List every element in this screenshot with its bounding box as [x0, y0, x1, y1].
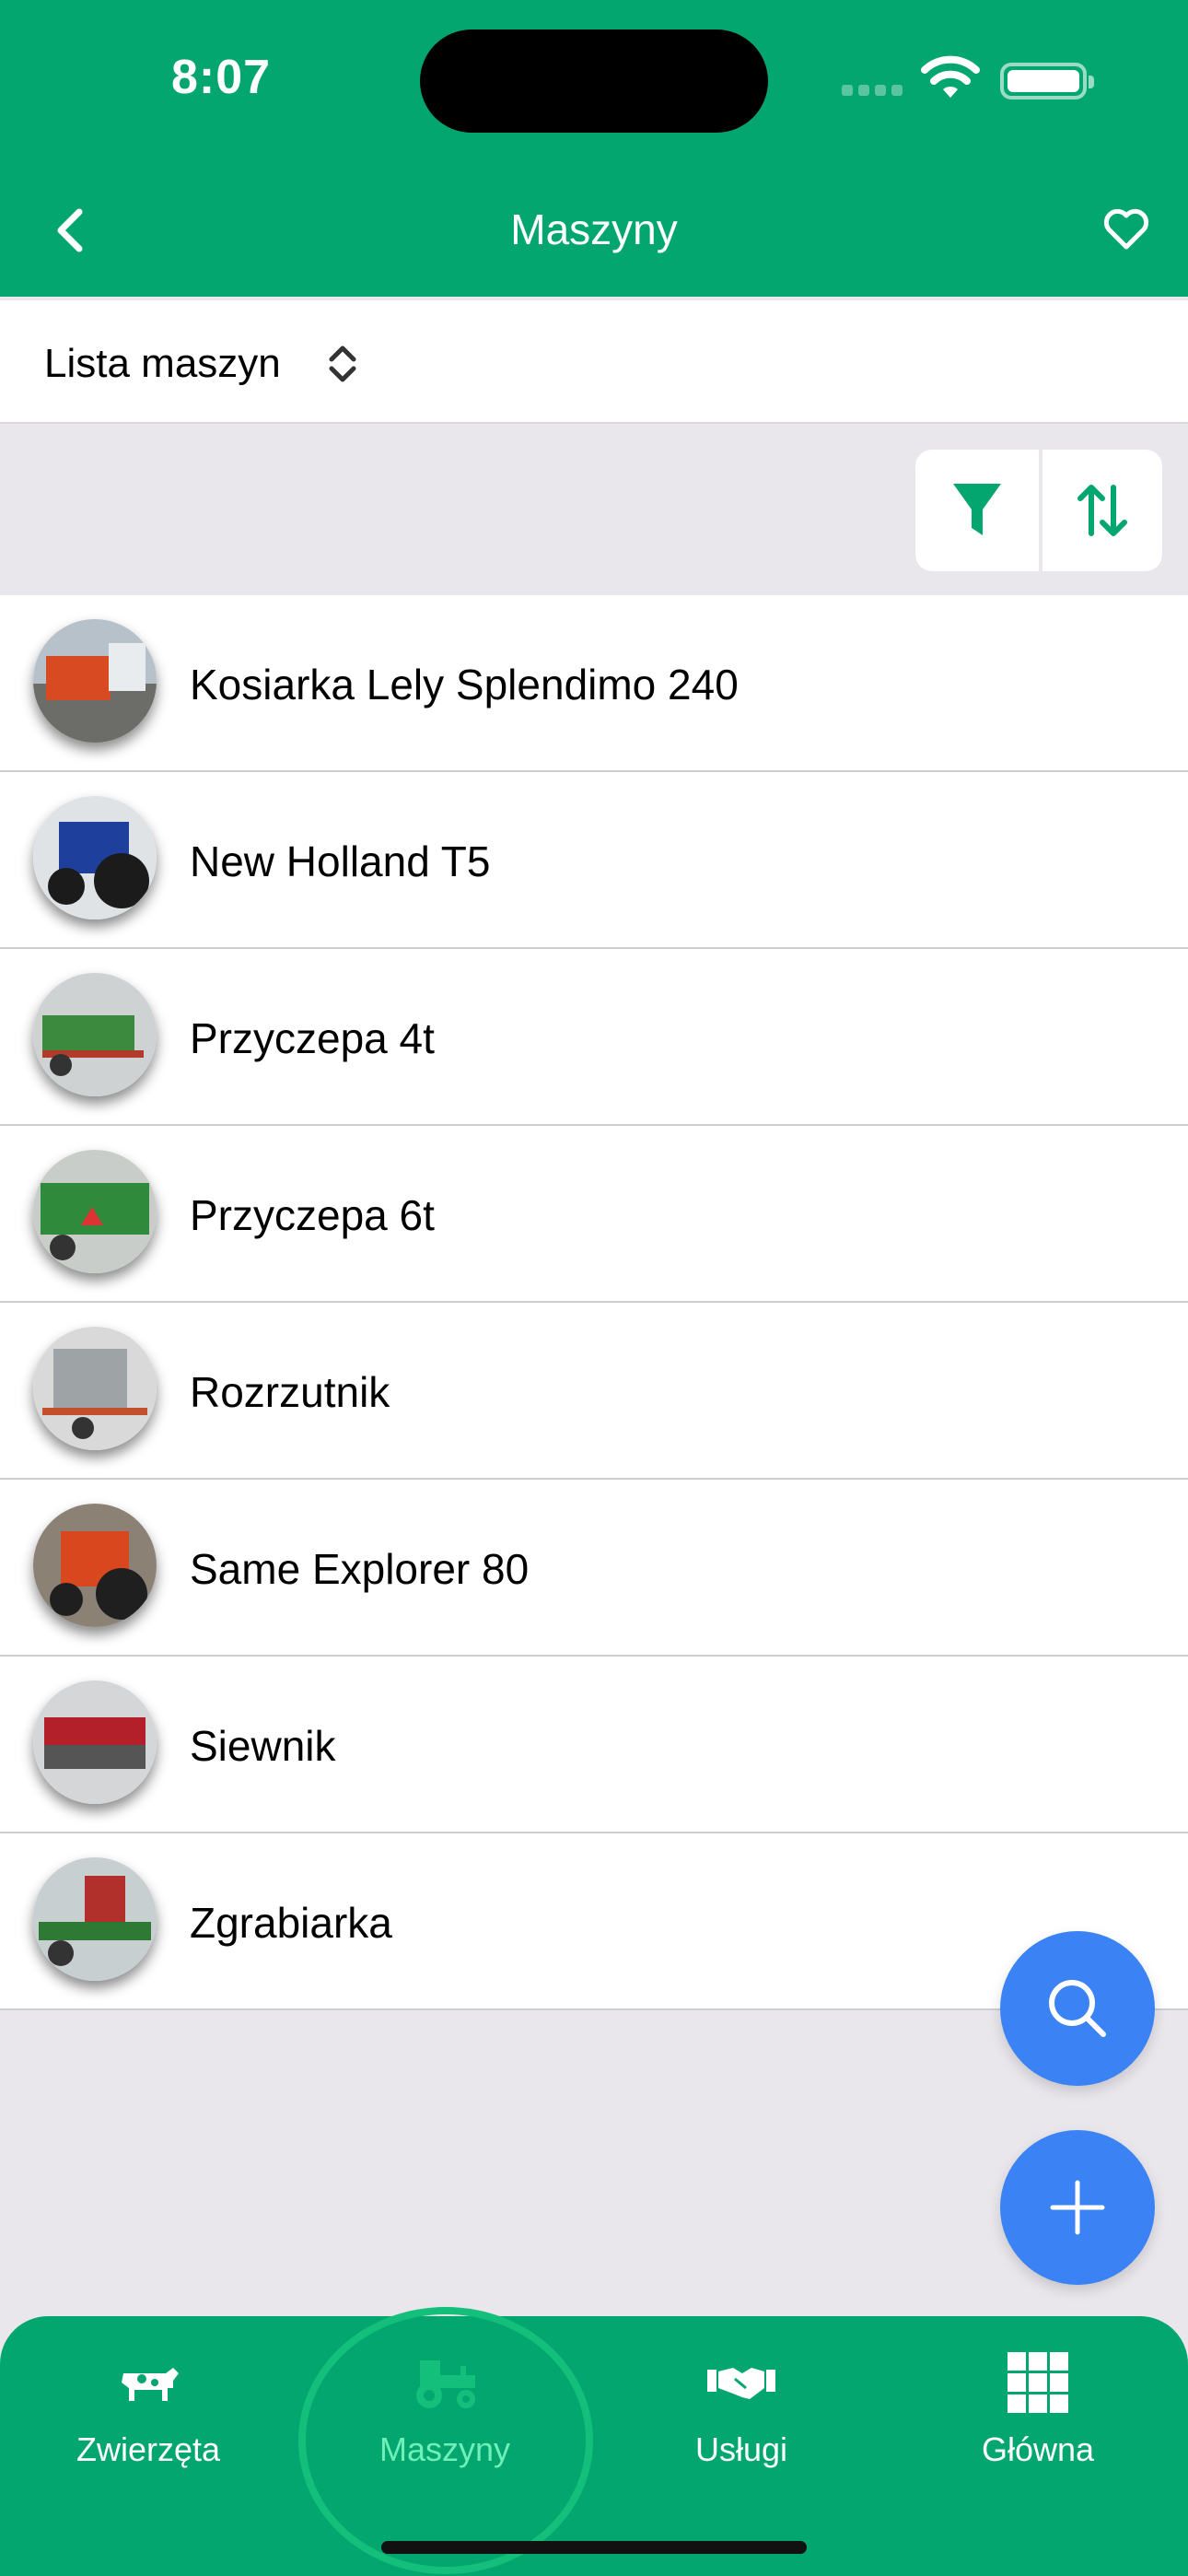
tab-label: Zwierzęta [76, 2430, 221, 2468]
sort-button[interactable] [1039, 450, 1162, 571]
filter-icon [953, 484, 1001, 535]
machine-name: Same Explorer 80 [190, 1545, 530, 1593]
machine-name: Zgrabiarka [190, 1899, 392, 1947]
list-item[interactable]: Przyczepa 4t [0, 949, 1188, 1126]
list-item[interactable]: Przyczepa 6t [0, 1126, 1188, 1303]
heart-icon[interactable] [1101, 205, 1151, 254]
machine-name: New Holland T5 [190, 837, 491, 885]
list-type-selector[interactable]: Lista maszyn [0, 300, 1188, 424]
machine-list: Kosiarka Lely Splendimo 240 New Holland … [0, 595, 1188, 2010]
filter-button[interactable] [915, 450, 1039, 571]
machine-thumbnail [33, 973, 157, 1096]
tab-uslugi[interactable]: Usługi [593, 2344, 890, 2491]
machine-name: Przyczepa 6t [190, 1191, 435, 1239]
machine-thumbnail [33, 1504, 157, 1627]
cellular-signal-icon [842, 85, 903, 96]
tab-zwierzeta[interactable]: Zwierzęta [0, 2344, 297, 2491]
up-down-chevron-icon [329, 345, 356, 382]
wifi-icon [921, 55, 980, 98]
machine-name: Przyczepa 4t [190, 1014, 435, 1062]
list-item[interactable]: New Holland T5 [0, 772, 1188, 949]
bottom-tab-bar: Zwierzęta Maszyny Usługi Główna [0, 2307, 1188, 2576]
list-item[interactable]: Rozrzutnik [0, 1303, 1188, 1480]
machine-name: Rozrzutnik [190, 1368, 390, 1416]
list-item[interactable]: Same Explorer 80 [0, 1480, 1188, 1657]
status-time: 8:07 [171, 51, 272, 104]
plus-icon [1050, 2180, 1105, 2235]
sort-icon [1077, 485, 1127, 536]
app-header: 8:07 Maszyny [0, 0, 1188, 297]
selector-label: Lista maszyn [44, 341, 281, 386]
tab-label: Usługi [694, 2430, 788, 2468]
tab-maszyny[interactable]: Maszyny [297, 2344, 593, 2491]
grid-icon [1007, 2352, 1068, 2413]
tab-label: Maszyny [379, 2430, 511, 2468]
list-toolbar [0, 426, 1188, 595]
machine-thumbnail [33, 796, 157, 919]
search-button[interactable] [1000, 1931, 1155, 2086]
page-title: Maszyny [510, 205, 678, 253]
tab-glowna[interactable]: Główna [890, 2344, 1186, 2491]
tab-label: Główna [981, 2430, 1095, 2468]
machine-name: Siewnik [190, 1722, 336, 1770]
battery-icon [1000, 63, 1094, 100]
machine-thumbnail [33, 619, 157, 743]
machine-thumbnail [33, 1680, 157, 1804]
dynamic-island [420, 29, 768, 133]
handshake-icon [707, 2368, 775, 2399]
machine-thumbnail [33, 1327, 157, 1450]
tool-group [915, 450, 1162, 571]
machine-thumbnail [33, 1150, 157, 1273]
machine-name: Kosiarka Lely Splendimo 240 [190, 661, 739, 708]
tractor-icon [416, 2360, 475, 2408]
search-icon [1049, 1980, 1106, 2037]
list-item[interactable]: Siewnik [0, 1657, 1188, 1833]
machine-thumbnail [33, 1857, 157, 1981]
cow-icon [122, 2368, 179, 2401]
home-indicator[interactable] [381, 2541, 807, 2554]
list-item[interactable]: Kosiarka Lely Splendimo 240 [0, 595, 1188, 772]
add-machine-button[interactable] [1000, 2130, 1155, 2285]
